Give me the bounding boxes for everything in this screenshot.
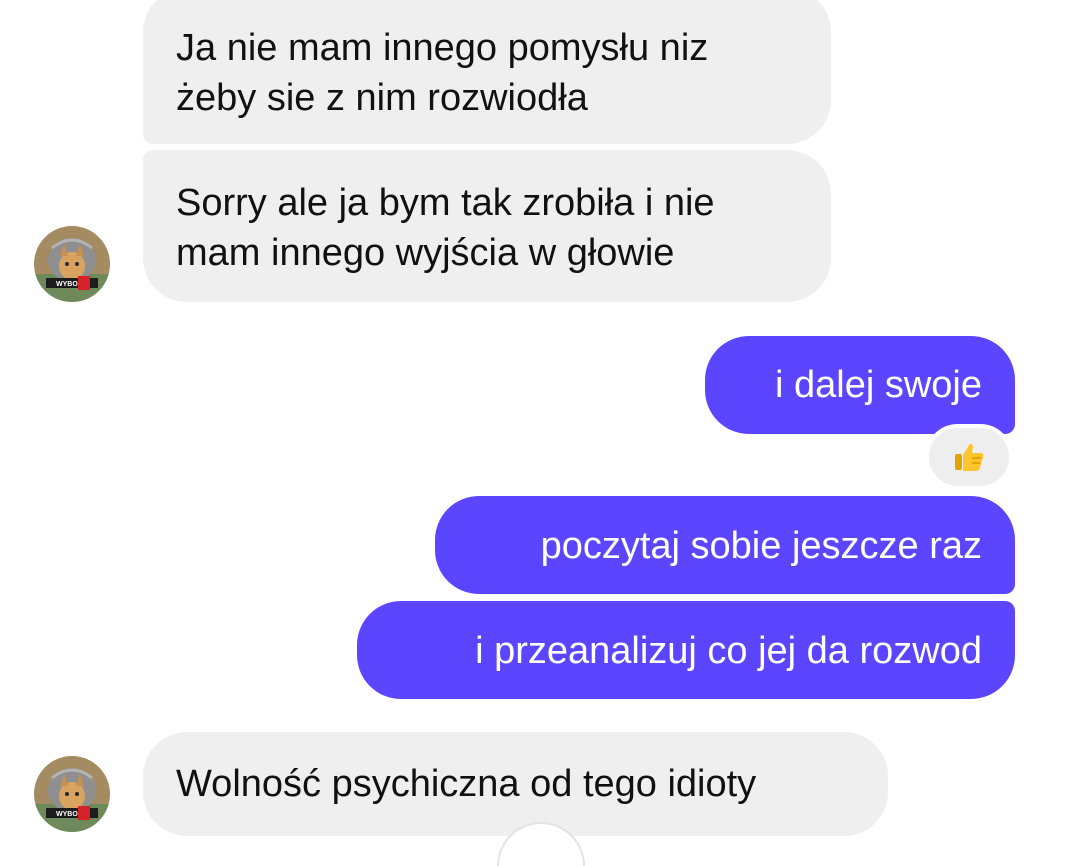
message-text: Wolność psychiczna od tego idioty <box>176 763 757 805</box>
thumbs-up-icon <box>955 443 984 471</box>
outgoing-message[interactable]: i przeanalizuj co jej da rozwod <box>357 601 1015 699</box>
contact-avatar[interactable]: WYBOR <box>34 226 110 302</box>
message-line: Sorry ale ja bym tak zrobiła i nie <box>176 182 715 224</box>
message-line: Ja nie mam innego pomysłu niz <box>176 27 709 69</box>
contact-avatar[interactable]: WYBOR <box>34 756 110 832</box>
incoming-message[interactable]: Sorry ale ja bym tak zrobiła i nie mam i… <box>143 150 831 302</box>
message-line: żeby sie z nim rozwiodła <box>176 77 588 119</box>
incoming-message[interactable]: Ja nie mam innego pomysłu niz żeby sie z… <box>143 0 831 144</box>
conversation-thread: Ja nie mam innego pomysłu niz żeby sie z… <box>0 0 1080 866</box>
avatar-image: WYBOR <box>34 756 110 832</box>
outgoing-message[interactable]: poczytaj sobie jeszcze raz <box>435 496 1015 594</box>
avatar-image: WYBOR <box>34 226 110 302</box>
message-text: i dalej swoje <box>775 364 982 406</box>
reaction-badge[interactable] <box>925 424 1013 490</box>
incoming-message[interactable]: Wolność psychiczna od tego idioty <box>143 732 888 836</box>
outgoing-message[interactable]: i dalej swoje <box>705 336 1015 434</box>
message-text: poczytaj sobie jeszcze raz <box>540 525 982 567</box>
message-line: mam innego wyjścia w głowie <box>176 232 675 274</box>
message-text: i przeanalizuj co jej da rozwod <box>475 630 982 672</box>
